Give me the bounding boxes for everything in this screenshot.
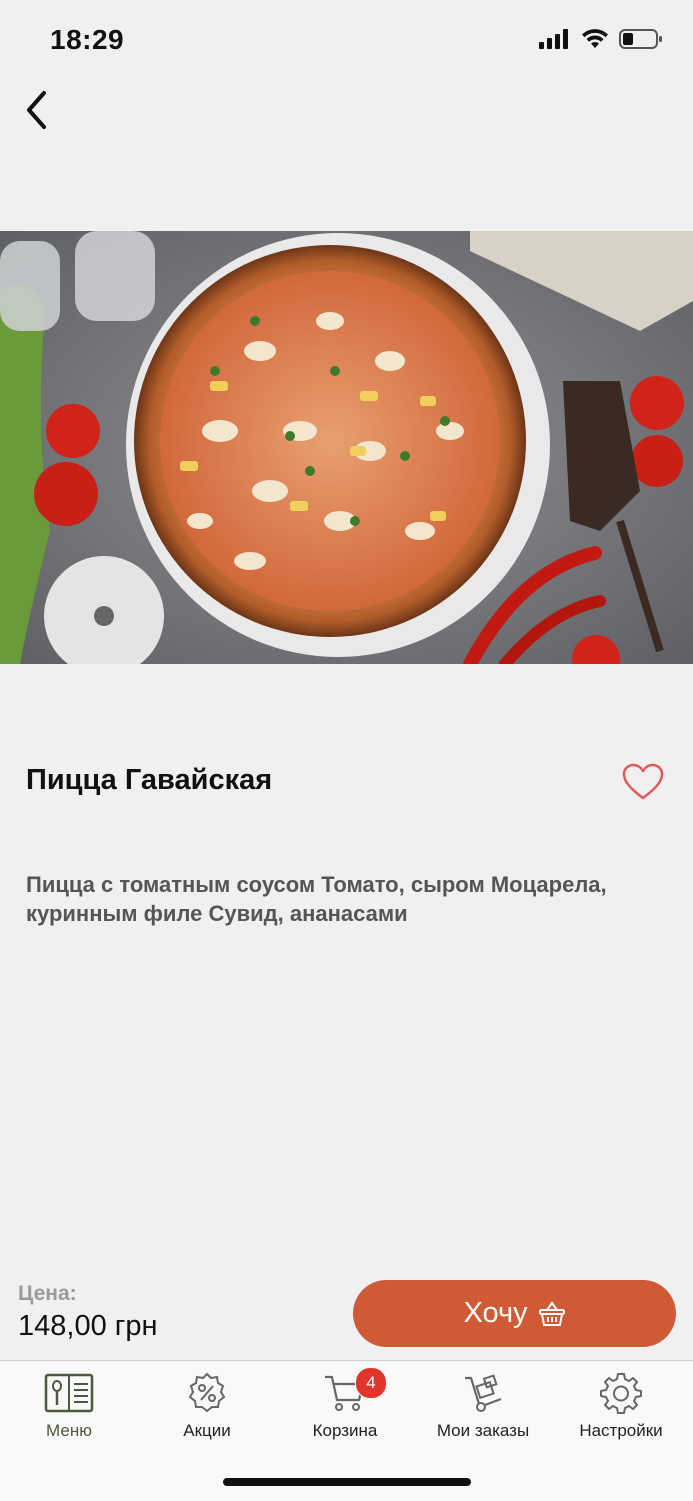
product-description: Пицца с томатным соусом Томато, сыром Мо… <box>26 872 607 926</box>
tab-cart-label: Корзина <box>312 1421 378 1440</box>
tab-promotions-label: Акции <box>183 1421 231 1440</box>
heart-icon <box>622 763 664 800</box>
hand-truck-icon <box>465 1374 502 1412</box>
tab-settings-label: Настройки <box>579 1421 663 1440</box>
battery-icon <box>619 29 662 49</box>
price-value: 148,00 грн <box>18 1310 158 1342</box>
basket-icon <box>538 1300 565 1326</box>
menu-book-icon <box>44 1373 94 1413</box>
chevron-left-icon <box>27 91 46 129</box>
price-label: Цена: <box>18 1282 77 1305</box>
add-to-cart-label: Хочу <box>463 1297 528 1329</box>
status-time: 18:29 <box>50 24 125 55</box>
status-bar: 18:29 <box>0 0 693 84</box>
pizza-photo <box>0 231 693 664</box>
tab-menu[interactable]: Меню <box>0 1361 138 1451</box>
add-to-cart-button[interactable]: Хочу <box>353 1280 676 1347</box>
tab-cart[interactable]: 4 Корзина <box>276 1361 414 1451</box>
cellular-signal-icon <box>539 29 568 49</box>
product-image <box>0 231 693 664</box>
wifi-icon <box>582 29 608 48</box>
cart-count-badge: 4 <box>355 1367 387 1399</box>
favorite-button[interactable] <box>621 762 665 802</box>
percent-badge-icon <box>188 1372 226 1413</box>
home-indicator <box>223 1478 471 1486</box>
tab-my-orders-label: Мои заказы <box>436 1421 530 1440</box>
tab-promotions[interactable]: Акции <box>138 1361 276 1451</box>
tab-menu-label: Меню <box>46 1421 92 1440</box>
back-button[interactable] <box>14 88 58 132</box>
gear-icon <box>600 1373 642 1414</box>
status-icons <box>539 28 663 50</box>
product-title: Пицца Гавайская <box>26 764 273 796</box>
tab-my-orders[interactable]: Мои заказы <box>414 1361 552 1451</box>
tab-settings[interactable]: Настройки <box>552 1361 690 1451</box>
